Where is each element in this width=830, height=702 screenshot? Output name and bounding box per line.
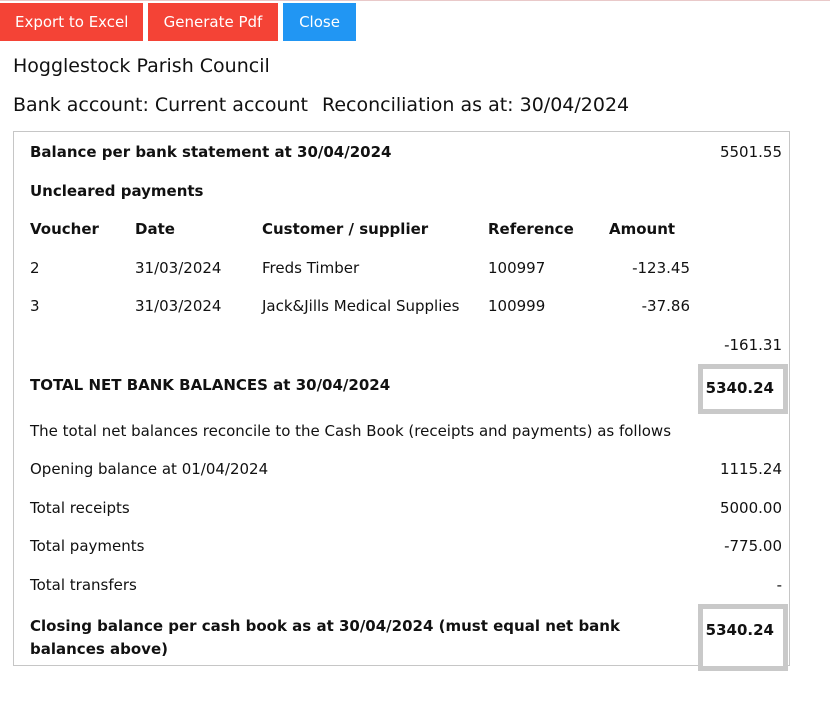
close-button[interactable]: Close bbox=[283, 3, 356, 41]
top-border-line bbox=[0, 0, 830, 1]
total-receipts-value: 5000.00 bbox=[719, 499, 782, 517]
table-row-amount: -123.45 bbox=[632, 259, 690, 277]
table-row-reference: 100999 bbox=[488, 297, 546, 315]
generate-pdf-button[interactable]: Generate Pdf bbox=[148, 3, 278, 41]
opening-balance-value: 1115.24 bbox=[719, 460, 782, 478]
closing-balance-highlight: 5340.24 bbox=[698, 604, 788, 671]
table-row-party: Jack&Jills Medical Supplies bbox=[262, 297, 460, 315]
reconciliation-date: Reconciliation as at: 30/04/2024 bbox=[322, 94, 630, 116]
column-header-amount: Amount bbox=[609, 220, 676, 238]
toolbar: Export to Excel Generate Pdf Close bbox=[0, 3, 361, 41]
table-row-amount: -37.86 bbox=[641, 297, 690, 315]
net-balances-value: 5340.24 bbox=[705, 379, 774, 397]
closing-balance-label-line1: Closing balance per cash book as at 30/0… bbox=[30, 617, 620, 635]
closing-balance-value: 5340.24 bbox=[705, 621, 774, 639]
net-balances-label: TOTAL NET BANK BALANCES at 30/04/2024 bbox=[30, 376, 391, 394]
balance-value: 5501.55 bbox=[719, 143, 782, 161]
uncleared-total: -161.31 bbox=[724, 336, 782, 354]
reconciliation-report: Balance per bank statement at 30/04/2024… bbox=[13, 131, 790, 671]
total-payments-value: -775.00 bbox=[724, 537, 782, 555]
table-row-voucher: 2 bbox=[30, 259, 40, 277]
column-header-date: Date bbox=[135, 220, 175, 238]
bank-account-label: Bank account: Current account bbox=[13, 94, 308, 116]
closing-balance-label-line2: balances above) bbox=[30, 640, 168, 658]
column-header-customer-supplier: Customer / supplier bbox=[262, 220, 429, 238]
column-header-reference: Reference bbox=[488, 220, 574, 238]
column-header-voucher: Voucher bbox=[30, 220, 99, 238]
opening-balance-label: Opening balance at 01/04/2024 bbox=[30, 460, 269, 478]
account-info: Bank account: Current account Reconciliat… bbox=[13, 94, 629, 116]
uncleared-payments-heading: Uncleared payments bbox=[30, 182, 204, 200]
table-row-date: 31/03/2024 bbox=[135, 259, 222, 277]
total-transfers-value: - bbox=[776, 576, 782, 594]
balance-label: Balance per bank statement at 30/04/2024 bbox=[30, 143, 392, 161]
table-row-date: 31/03/2024 bbox=[135, 297, 222, 315]
total-transfers-label: Total transfers bbox=[30, 576, 137, 594]
table-row-party: Freds Timber bbox=[262, 259, 360, 277]
total-receipts-label: Total receipts bbox=[30, 499, 130, 517]
reconcile-note: The total net balances reconcile to the … bbox=[30, 422, 672, 440]
table-row-reference: 100997 bbox=[488, 259, 546, 277]
council-name: Hogglestock Parish Council bbox=[13, 55, 270, 77]
table-row-voucher: 3 bbox=[30, 297, 40, 315]
net-balances-highlight: 5340.24 bbox=[698, 364, 788, 414]
total-payments-label: Total payments bbox=[30, 537, 145, 555]
export-excel-button[interactable]: Export to Excel bbox=[0, 3, 143, 41]
